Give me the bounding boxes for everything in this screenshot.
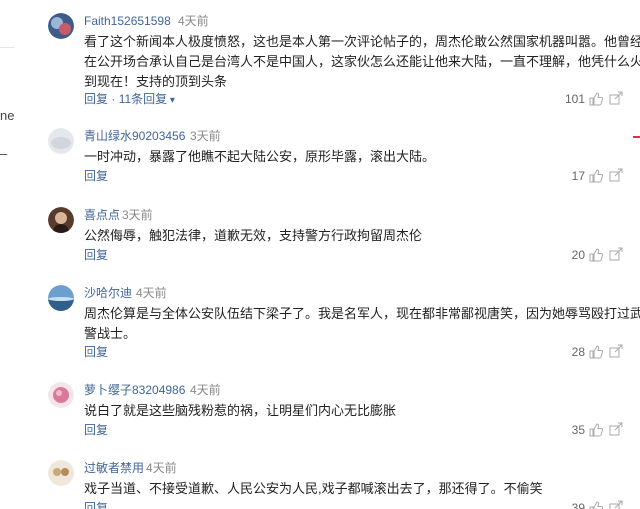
comment-text: 戏子当道、不接受道歉、人民公安为人民,戏子都喊滚出去了，那还得了。不偷笑	[84, 481, 543, 496]
divider	[0, 47, 14, 48]
username[interactable]: 沙哈尔迪	[84, 285, 132, 301]
share-button[interactable]	[609, 422, 623, 436]
timestamp: 3天前	[122, 208, 153, 222]
avatar[interactable]	[48, 382, 74, 408]
like-button[interactable]: 101	[565, 91, 603, 107]
share-icon	[609, 422, 623, 436]
thumbs-up-icon	[589, 501, 603, 509]
timestamp: 4天前	[178, 14, 209, 28]
reply-button[interactable]: 回复	[84, 500, 108, 509]
share-button[interactable]	[609, 247, 623, 261]
scroll-marker	[633, 136, 640, 138]
left-panel-edge: ne –	[0, 0, 40, 509]
like-count: 101	[564, 92, 585, 106]
thumbs-up-icon	[589, 248, 603, 262]
avatar[interactable]	[48, 285, 74, 311]
cut-off-text: –	[0, 146, 8, 161]
like-button[interactable]: 35	[572, 422, 603, 438]
share-button[interactable]	[609, 168, 623, 182]
comment-text: 说白了就是这些脑残粉惹的祸，让明星们内心无比膨胀	[84, 403, 397, 418]
timestamp: 4天前	[190, 383, 221, 397]
share-icon	[609, 91, 623, 105]
comment-item: 青山绿水90203456 3天前 一时冲动，暴露了他瞧不起大陆公安，原形毕露，滚…	[48, 128, 623, 188]
comment-item: 喜点点 3天前 公然侮辱，触犯法律，道歉无效，支持警方行政拘留周杰伦 回复 20	[48, 207, 623, 267]
chevron-down-icon: ▾	[167, 95, 175, 106]
share-button[interactable]	[609, 344, 623, 358]
like-button[interactable]: 20	[572, 247, 603, 263]
like-button[interactable]: 28	[572, 344, 603, 360]
timestamp: 4天前	[146, 461, 177, 475]
view-replies-link[interactable]: 11条回复	[119, 92, 167, 106]
like-button[interactable]: 39	[572, 500, 603, 509]
thumbs-up-icon	[589, 92, 603, 106]
like-count: 17	[571, 169, 585, 183]
comment-item: 沙哈尔迪 4天前 周杰伦算是与全体公安队伍结下梁子了。我是名军人，现在都非常鄙视…	[48, 285, 640, 365]
share-icon	[609, 500, 623, 509]
thumbs-up-icon	[589, 345, 603, 359]
comment-text: 看了这个新闻本人极度愤怒，这也是本人第一次评论帖子的，周杰伦敢公然国家机器叫嚣。…	[84, 34, 640, 89]
comment-text: 一时冲动，暴露了他瞧不起大陆公安，原形毕露，滚出大陆。	[84, 149, 436, 164]
username[interactable]: Faith152651598	[84, 13, 171, 29]
thumbs-up-icon	[589, 423, 603, 437]
reply-button[interactable]: 回复	[84, 344, 108, 360]
share-button[interactable]	[609, 91, 623, 105]
comment-item: Faith152651598 4天前 看了这个新闻本人极度愤怒，这也是本人第一次…	[48, 13, 640, 113]
comment-text: 周杰伦算是与全体公安队伍结下梁子了。我是名军人，现在都非常鄙视唐笑，因为她辱骂殴…	[84, 306, 640, 341]
comment-item: 萝卜缨子83204986 4天前 说白了就是这些脑残粉惹的祸，让明星们内心无比膨…	[48, 382, 623, 442]
share-icon	[609, 168, 623, 182]
username[interactable]: 过敏者禁用	[84, 460, 144, 476]
cut-off-text: ne	[0, 108, 15, 123]
avatar[interactable]	[48, 460, 74, 486]
reply-button[interactable]: 回复 · 11条回复 ▾	[84, 91, 175, 109]
timestamp: 4天前	[136, 286, 167, 300]
avatar[interactable]	[48, 207, 74, 233]
thumbs-up-icon	[589, 169, 603, 183]
reply-button[interactable]: 回复	[84, 422, 108, 438]
timestamp: 3天前	[190, 129, 221, 143]
like-button[interactable]: 17	[572, 168, 603, 184]
avatar[interactable]	[48, 128, 74, 154]
share-icon	[609, 247, 623, 261]
comment-item: 过敏者禁用 4天前 戏子当道、不接受道歉、人民公安为人民,戏子都喊滚出去了，那还…	[48, 460, 623, 509]
avatar[interactable]	[48, 13, 74, 39]
comment-text: 公然侮辱，触犯法律，道歉无效，支持警方行政拘留周杰伦	[84, 228, 423, 243]
username[interactable]: 青山绿水90203456	[84, 128, 185, 144]
username[interactable]: 喜点点	[84, 207, 120, 223]
share-button[interactable]	[609, 500, 623, 509]
like-count: 39	[571, 501, 585, 509]
like-count: 35	[571, 423, 585, 437]
like-count: 20	[571, 248, 585, 262]
reply-button[interactable]: 回复	[84, 168, 108, 184]
like-count: 28	[571, 345, 585, 359]
share-icon	[609, 344, 623, 358]
reply-button[interactable]: 回复	[84, 247, 108, 263]
username[interactable]: 萝卜缨子83204986	[84, 382, 185, 398]
